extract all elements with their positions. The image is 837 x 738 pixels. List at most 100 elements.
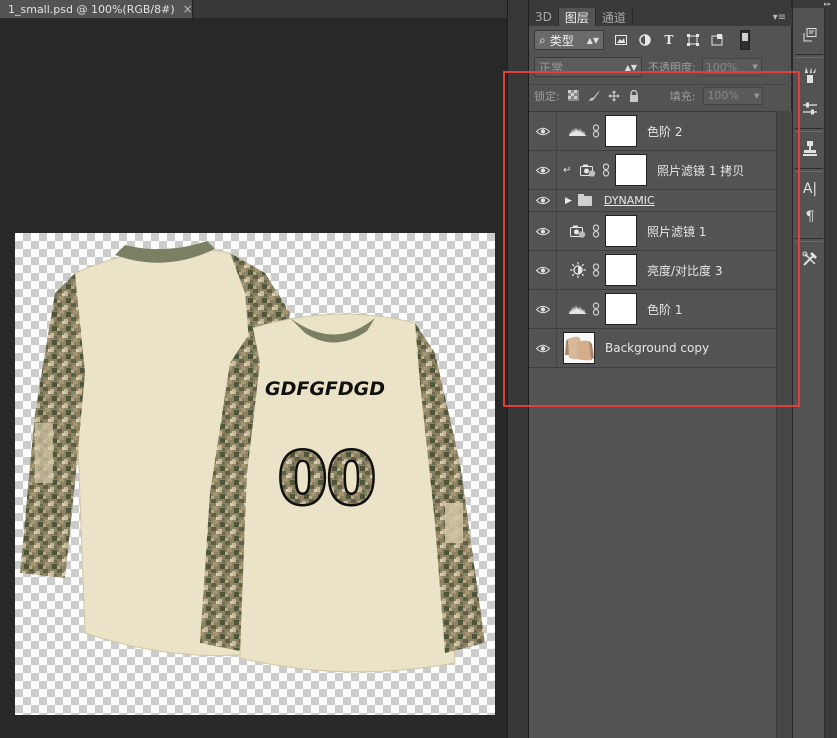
mask-link-icon[interactable]	[589, 124, 603, 138]
panel-dock: ▸▸ A| ¶	[793, 0, 837, 738]
paragraph-panel-icon[interactable]: ¶	[802, 208, 818, 226]
mask-link-icon[interactable]	[599, 163, 613, 177]
brush-presets-icon[interactable]	[802, 66, 818, 84]
shape-filter-icon[interactable]	[686, 33, 700, 47]
opacity-label: 不透明度:	[648, 61, 696, 74]
fill-field[interactable]: 100% ▼	[703, 86, 764, 105]
mask-link-icon[interactable]	[589, 224, 603, 238]
visibility-eye-icon[interactable]	[529, 190, 557, 211]
clone-source-icon[interactable]	[802, 140, 818, 158]
layers-panel: 3D 图层 通道 ▾≡ ⌕ 类型 ▲▼ T 正常 ▲▼ 不透明度: 100% ▼…	[529, 0, 792, 738]
history-icon[interactable]	[802, 26, 818, 44]
tool-presets-icon[interactable]	[802, 250, 818, 268]
opacity-field[interactable]: 100% ▼	[701, 58, 762, 76]
document-tab-title: 1_small.psd @ 100%(RGB/8#)	[8, 2, 175, 16]
fill-label: 填充:	[669, 89, 696, 103]
panel-collapse-bar[interactable]	[529, 0, 791, 8]
layer-mask-thumbnail[interactable]	[605, 115, 637, 147]
layer-mask-thumbnail[interactable]	[605, 293, 637, 325]
layer-filter-row: ⌕ 类型 ▲▼ T	[529, 26, 792, 54]
layers-scrollbar[interactable]	[776, 111, 792, 738]
dock-separator	[795, 128, 823, 132]
visibility-eye-icon[interactable]	[529, 212, 557, 250]
layer-group-row[interactable]: ▶ DYNAMIC	[529, 190, 776, 212]
character-panel-icon[interactable]: A|	[802, 180, 818, 198]
panel-tabs: 3D 图层 通道 ▾≡	[529, 8, 792, 26]
adjustment-filter-icon[interactable]	[638, 33, 652, 47]
lock-image-pixels-icon[interactable]	[588, 90, 600, 102]
layer-name[interactable]: 色阶 2	[647, 123, 682, 140]
levels-icon	[567, 123, 589, 139]
layer-row[interactable]: Background copy	[529, 329, 776, 368]
tab-layers[interactable]: 图层	[558, 8, 596, 26]
tab-3d[interactable]: 3D	[529, 8, 559, 26]
levels-icon	[567, 301, 589, 317]
close-tab-icon[interactable]: ×	[183, 2, 193, 16]
layer-name[interactable]: 照片滤镜 1	[647, 223, 706, 240]
opacity-slider-arrow-icon[interactable]: ▼	[752, 63, 757, 71]
tab-bar-empty	[193, 0, 507, 18]
search-icon: ⌕	[539, 32, 546, 47]
opacity-value: 100%	[705, 60, 738, 74]
layers-list: 色阶 2 ↵ 照片滤镜 1 拷贝 ▶ DYNAMIC 照片滤镜 1 亮度/对比度…	[529, 111, 776, 368]
layer-row[interactable]: 亮度/对比度 3	[529, 251, 776, 290]
expand-group-arrow-icon[interactable]: ▶	[565, 196, 572, 206]
fill-slider-arrow-icon[interactable]: ▼	[754, 92, 759, 100]
layer-row[interactable]: 色阶 1	[529, 290, 776, 329]
dock-separator	[795, 54, 823, 58]
mask-link-icon[interactable]	[589, 263, 603, 277]
lock-position-icon[interactable]	[607, 89, 620, 102]
filter-type-dropdown[interactable]: ⌕ 类型 ▲▼	[534, 30, 604, 50]
dock-collapse-icon[interactable]: ▸▸	[793, 0, 837, 8]
dock-strip: A| ¶	[793, 8, 825, 738]
layer-row[interactable]: ↵ 照片滤镜 1 拷贝	[529, 151, 776, 190]
layers-empty-area[interactable]	[529, 370, 776, 738]
filter-type-value: 类型	[549, 33, 574, 48]
layer-mask-thumbnail[interactable]	[605, 254, 637, 286]
layer-mask-thumbnail[interactable]	[615, 154, 647, 186]
smart-object-filter-icon[interactable]	[710, 33, 724, 47]
mask-link-icon[interactable]	[589, 302, 603, 316]
layer-name[interactable]: 亮度/对比度 3	[647, 262, 723, 279]
group-name[interactable]: DYNAMIC	[604, 194, 655, 207]
layer-mask-thumbnail[interactable]	[605, 215, 637, 247]
blend-mode-dropdown[interactable]: 正常 ▲▼	[534, 57, 642, 77]
panel-menu-icon[interactable]: ▾≡	[773, 12, 792, 23]
layer-name[interactable]: 照片滤镜 1 拷贝	[657, 162, 744, 179]
jersey-back-name: GDFGFDGD	[265, 378, 385, 400]
document-tab[interactable]: 1_small.psd @ 100%(RGB/8#) ×	[0, 0, 193, 18]
dock-separator	[795, 168, 823, 172]
layer-thumbnail[interactable]	[563, 332, 595, 364]
visibility-eye-icon[interactable]	[529, 112, 557, 150]
tab-channels[interactable]: 通道	[596, 8, 633, 26]
adjustments-panel-icon[interactable]	[802, 100, 818, 118]
panel-divider[interactable]	[507, 0, 529, 738]
artboard[interactable]: GDFGFDGD 00	[15, 233, 495, 715]
folder-icon	[577, 193, 592, 206]
lock-transparent-pixels-icon[interactable]	[568, 90, 580, 102]
lock-label: 锁定:	[534, 89, 560, 103]
layer-name[interactable]: Background copy	[605, 341, 709, 355]
jersey-back-number: 00	[278, 438, 375, 520]
layer-row[interactable]: 照片滤镜 1	[529, 212, 776, 251]
visibility-eye-icon[interactable]	[529, 290, 557, 328]
blend-row: 正常 ▲▼ 不透明度: 100% ▼	[529, 56, 792, 78]
visibility-eye-icon[interactable]	[529, 251, 557, 289]
fill-value: 100%	[707, 89, 739, 102]
dock-separator	[795, 238, 823, 242]
visibility-eye-icon[interactable]	[529, 151, 557, 189]
clipping-mask-arrow-icon: ↵	[563, 164, 572, 176]
layer-row[interactable]: 色阶 2	[529, 112, 776, 151]
brightness-contrast-icon	[567, 262, 589, 278]
layer-name[interactable]: 色阶 1	[647, 301, 682, 318]
lock-row: 锁定: 填充: 100% ▼	[529, 84, 792, 106]
type-filter-icon[interactable]: T	[662, 33, 676, 47]
filter-toggle-switch[interactable]	[740, 30, 750, 50]
blend-mode-value: 正常	[539, 60, 564, 75]
lock-all-icon[interactable]	[628, 89, 640, 102]
pixel-filter-icon[interactable]	[614, 33, 628, 47]
visibility-eye-icon[interactable]	[529, 329, 557, 367]
canvas-area[interactable]: GDFGFDGD 00	[0, 18, 507, 738]
dropdown-arrow-icon: ▲▼	[624, 62, 637, 72]
dropdown-arrow-icon: ▲▼	[586, 35, 599, 45]
